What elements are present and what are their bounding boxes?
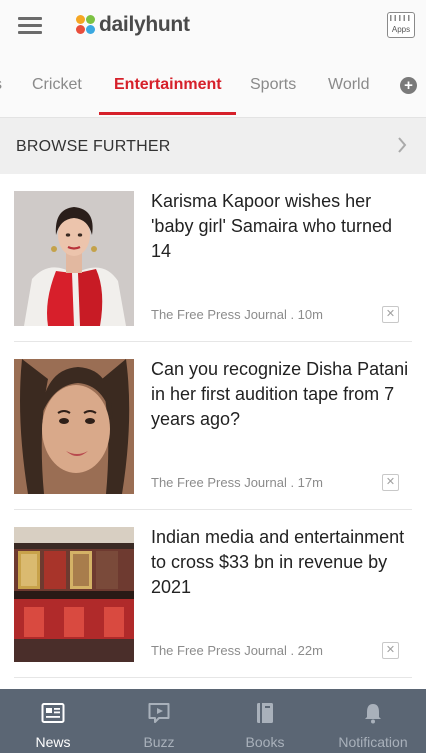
news-source: The Free Press Journal . 17m [151,475,323,490]
top-app-bar: dailyhunt Apps [0,0,426,52]
close-icon[interactable]: ✕ [382,474,399,491]
plus-circle-icon[interactable]: + [400,77,417,94]
nav-label-buzz: Buzz [143,734,175,750]
tab-world[interactable]: World [328,76,370,94]
nav-notification[interactable]: Notification [320,689,426,753]
nav-news[interactable]: News [0,689,106,753]
news-headline[interactable]: Can you recognize Disha Patani in her fi… [151,357,416,432]
tab-cricket[interactable]: Cricket [32,76,82,94]
nav-label-news: News [35,734,71,750]
news-card[interactable]: Indian media and entertainment to cross … [0,510,426,678]
nav-buzz[interactable]: Buzz [106,689,212,753]
logo-text: dailyhunt [99,13,190,36]
card-divider [14,677,412,678]
newspaper-icon [41,703,65,723]
apps-store-button[interactable]: Apps [387,12,415,38]
dailyhunt-logo: dailyhunt [76,11,190,39]
nav-books[interactable]: Books [212,689,318,753]
news-headline[interactable]: Karisma Kapoor wishes her 'baby girl' Sa… [151,189,416,264]
news-thumbnail [14,191,134,326]
news-card[interactable]: Karisma Kapoor wishes her 'baby girl' Sa… [0,174,426,342]
apps-label: Apps [391,25,411,34]
browse-further-label: BROWSE FURTHER [16,138,171,155]
close-icon[interactable]: ✕ [382,642,399,659]
play-bubble-icon [148,703,170,723]
logo-mark-icon [76,15,96,35]
active-tab-indicator [99,112,236,115]
close-icon[interactable]: ✕ [382,306,399,323]
nav-label-books: Books [245,734,285,750]
bottom-navigation: News Buzz Books Notification [0,689,426,753]
bell-icon [365,704,381,724]
news-headline[interactable]: Indian media and entertainment to cross … [151,525,416,600]
news-source: The Free Press Journal . 22m [151,643,323,658]
store-awning-icon [390,15,412,21]
tab-entertainment[interactable]: Entertainment [114,76,222,94]
news-thumbnail [14,359,134,494]
book-icon [257,703,273,723]
news-thumbnail [14,527,134,662]
news-source: The Free Press Journal . 10m [151,307,323,322]
tab-sports[interactable]: Sports [250,76,296,94]
chevron-right-icon [398,137,407,153]
news-card[interactable]: Can you recognize Disha Patani in her fi… [0,342,426,510]
nav-label-notification: Notification [338,734,408,750]
browse-further-row[interactable]: BROWSE FURTHER [0,118,426,174]
tab-partial-left[interactable]: s [0,76,2,94]
category-tabs: s Cricket Entertainment Sports World + [0,52,426,118]
menu-icon[interactable] [18,15,42,35]
